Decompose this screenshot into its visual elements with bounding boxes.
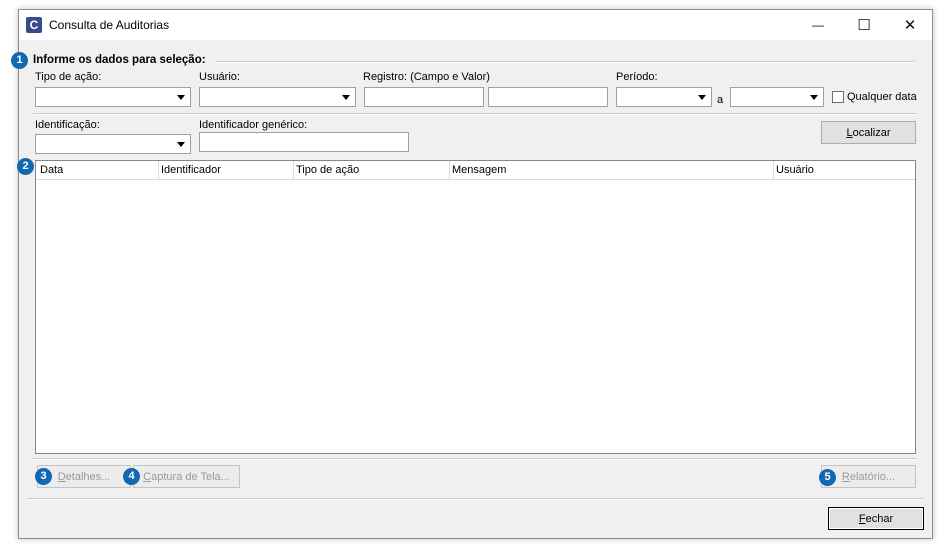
periodo-start-select[interactable] [616,87,712,107]
fechar-label: Fechar [858,512,894,525]
chevron-down-icon [806,89,822,105]
minimize-button[interactable]: — [795,10,841,40]
title-bar: C Consulta de Auditorias — ☐ ✕ [19,10,932,40]
chevron-down-icon [173,89,189,105]
column-header-identificador[interactable]: Identificador [159,161,294,179]
localizar-button[interactable]: Localizar [821,121,916,144]
callout-badge-4: 4 [123,468,140,485]
column-header-usuario[interactable]: Usuário [774,161,915,179]
close-icon: ✕ [903,17,917,34]
usuario-label: Usuário: [199,71,240,83]
captura-tela-label: Captura de Tela... [143,470,230,483]
bottom-divider [33,458,917,460]
selection-group-title: Informe os dados para seleção: [33,54,206,66]
callout-badge-2: 2 [17,158,34,175]
usuario-select[interactable] [199,87,356,107]
qualquer-data-label: Qualquer data [847,91,917,103]
periodo-separator: a [717,94,724,106]
row-divider [33,113,917,115]
group-divider [215,61,915,63]
column-header-tipo-acao[interactable]: Tipo de ação [294,161,450,179]
chevron-down-icon [338,89,354,105]
callout-badge-1: 1 [11,52,28,69]
detalhes-label: Detalhes... [57,470,111,483]
registro-campo-input[interactable] [364,87,484,107]
footer-divider [27,498,924,500]
callout-badge-5: 5 [819,469,836,486]
window-title: Consulta de Auditorias [49,18,170,32]
maximize-button[interactable]: ☐ [841,10,887,40]
chevron-down-icon [694,89,710,105]
identificacao-label: Identificação: [35,119,100,131]
maximize-icon: ☐ [857,17,871,34]
minimize-icon: — [812,18,824,32]
qualquer-data-checkbox[interactable] [832,91,844,103]
tipo-acao-select[interactable] [35,87,191,107]
grid-header: Data Identificador Tipo de ação Mensagem… [36,161,915,180]
audit-query-window: C Consulta de Auditorias — ☐ ✕ 1 Informe… [11,9,933,539]
tipo-acao-label: Tipo de ação: [35,71,102,83]
column-header-mensagem[interactable]: Mensagem [450,161,774,179]
audit-results-grid[interactable]: Data Identificador Tipo de ação Mensagem… [35,160,916,454]
registro-label: Registro: (Campo e Valor) [363,71,490,83]
periodo-end-select[interactable] [730,87,824,107]
identificacao-select[interactable] [35,134,191,154]
close-button[interactable]: ✕ [887,10,933,40]
periodo-label: Período: [616,71,658,83]
relatorio-label: Relatório... [841,470,896,483]
registro-valor-input[interactable] [488,87,608,107]
callout-badge-3: 3 [35,468,52,485]
identificador-generico-label: Identificador genérico: [199,119,308,131]
column-header-data[interactable]: Data [36,161,159,179]
localizar-label: Localizar [846,126,891,139]
captura-tela-button[interactable]: Captura de Tela... [133,465,240,488]
identificador-generico-input[interactable] [199,132,409,152]
chevron-down-icon [173,136,189,152]
app-icon: C [26,17,42,33]
fechar-button[interactable]: Fechar [828,507,924,530]
